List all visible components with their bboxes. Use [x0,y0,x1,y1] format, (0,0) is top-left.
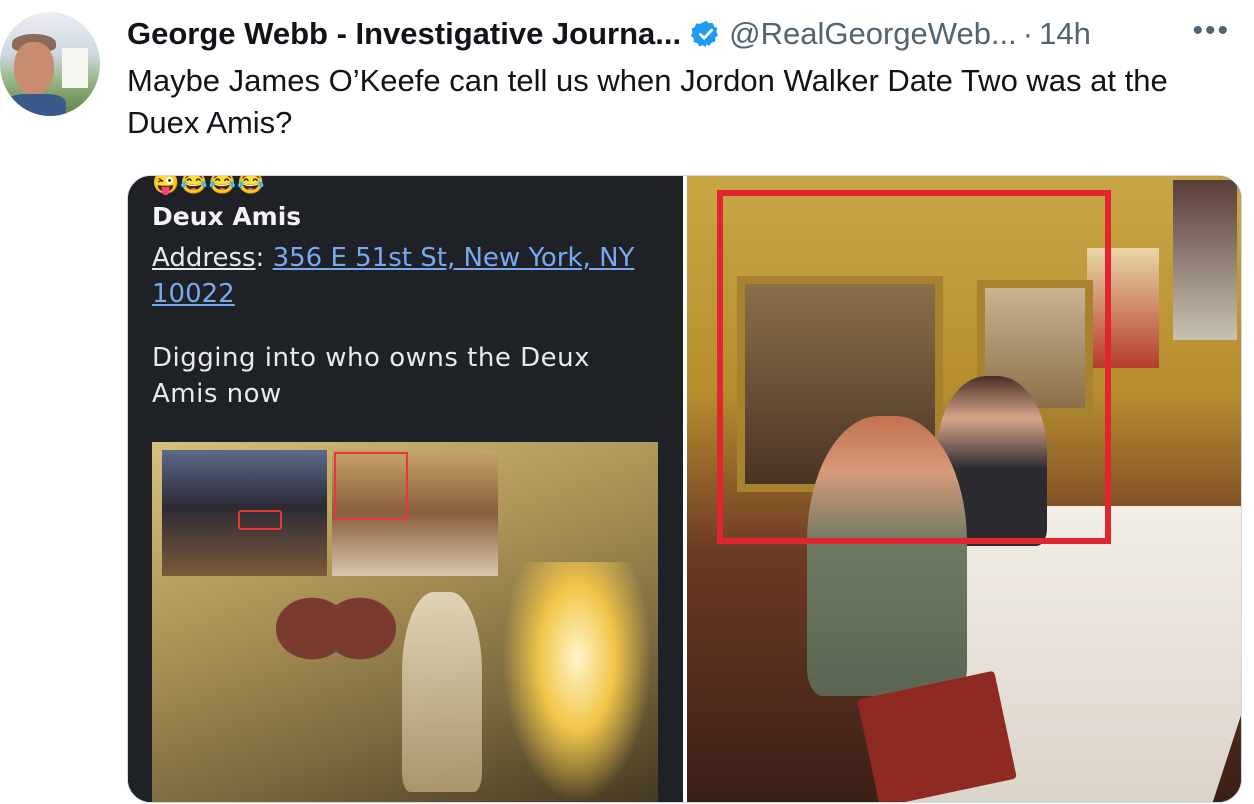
avatar-building [62,48,88,88]
tweet-header: George Webb - Investigative Journa... @R… [127,14,1254,54]
media-left-screenshot[interactable]: 😜😂😂😂 Deux Amis Address: 356 E 51st St, N… [128,176,683,802]
tweet-timestamp[interactable]: 14h [1039,16,1091,52]
red-highlight-box [717,190,1111,544]
wall-poster [1173,180,1237,340]
avatar-face [14,42,54,94]
angel-figure [402,592,482,792]
photo-thumbnail [162,450,327,576]
place-name: Deux Amis [152,202,302,231]
light-glow [502,562,652,802]
embedded-photo [152,442,658,802]
address-label: Address [152,243,256,273]
screenshot-body-text: Digging into who owns the Deux Amis now [152,343,590,409]
avatar-shirt [6,94,66,116]
verified-badge-icon [691,20,718,48]
red-arrow-marker [238,510,282,530]
media-right-photo[interactable] [687,176,1241,802]
photo-thumbnail [332,450,498,576]
tweet-media[interactable]: 😜😂😂😂 Deux Amis Address: 356 E 51st St, N… [127,175,1242,803]
more-options-icon[interactable]: ••• [1192,14,1230,48]
red-highlight-box [334,452,408,520]
author-name[interactable]: George Webb - Investigative Journa... [127,16,681,52]
emoji-row: 😜😂😂😂 [152,175,266,195]
author-avatar[interactable] [0,12,100,116]
ribbon-bow-decoration [276,590,396,700]
address-separator: : [255,243,273,273]
author-handle[interactable]: @RealGeorgeWeb... [729,16,1017,52]
separator-dot: · [1022,16,1034,51]
tweet-text: Maybe James O’Keefe can tell us when Jor… [127,63,1168,140]
address-line: Address: 356 E 51st St, New York, NY 100… [152,240,662,312]
